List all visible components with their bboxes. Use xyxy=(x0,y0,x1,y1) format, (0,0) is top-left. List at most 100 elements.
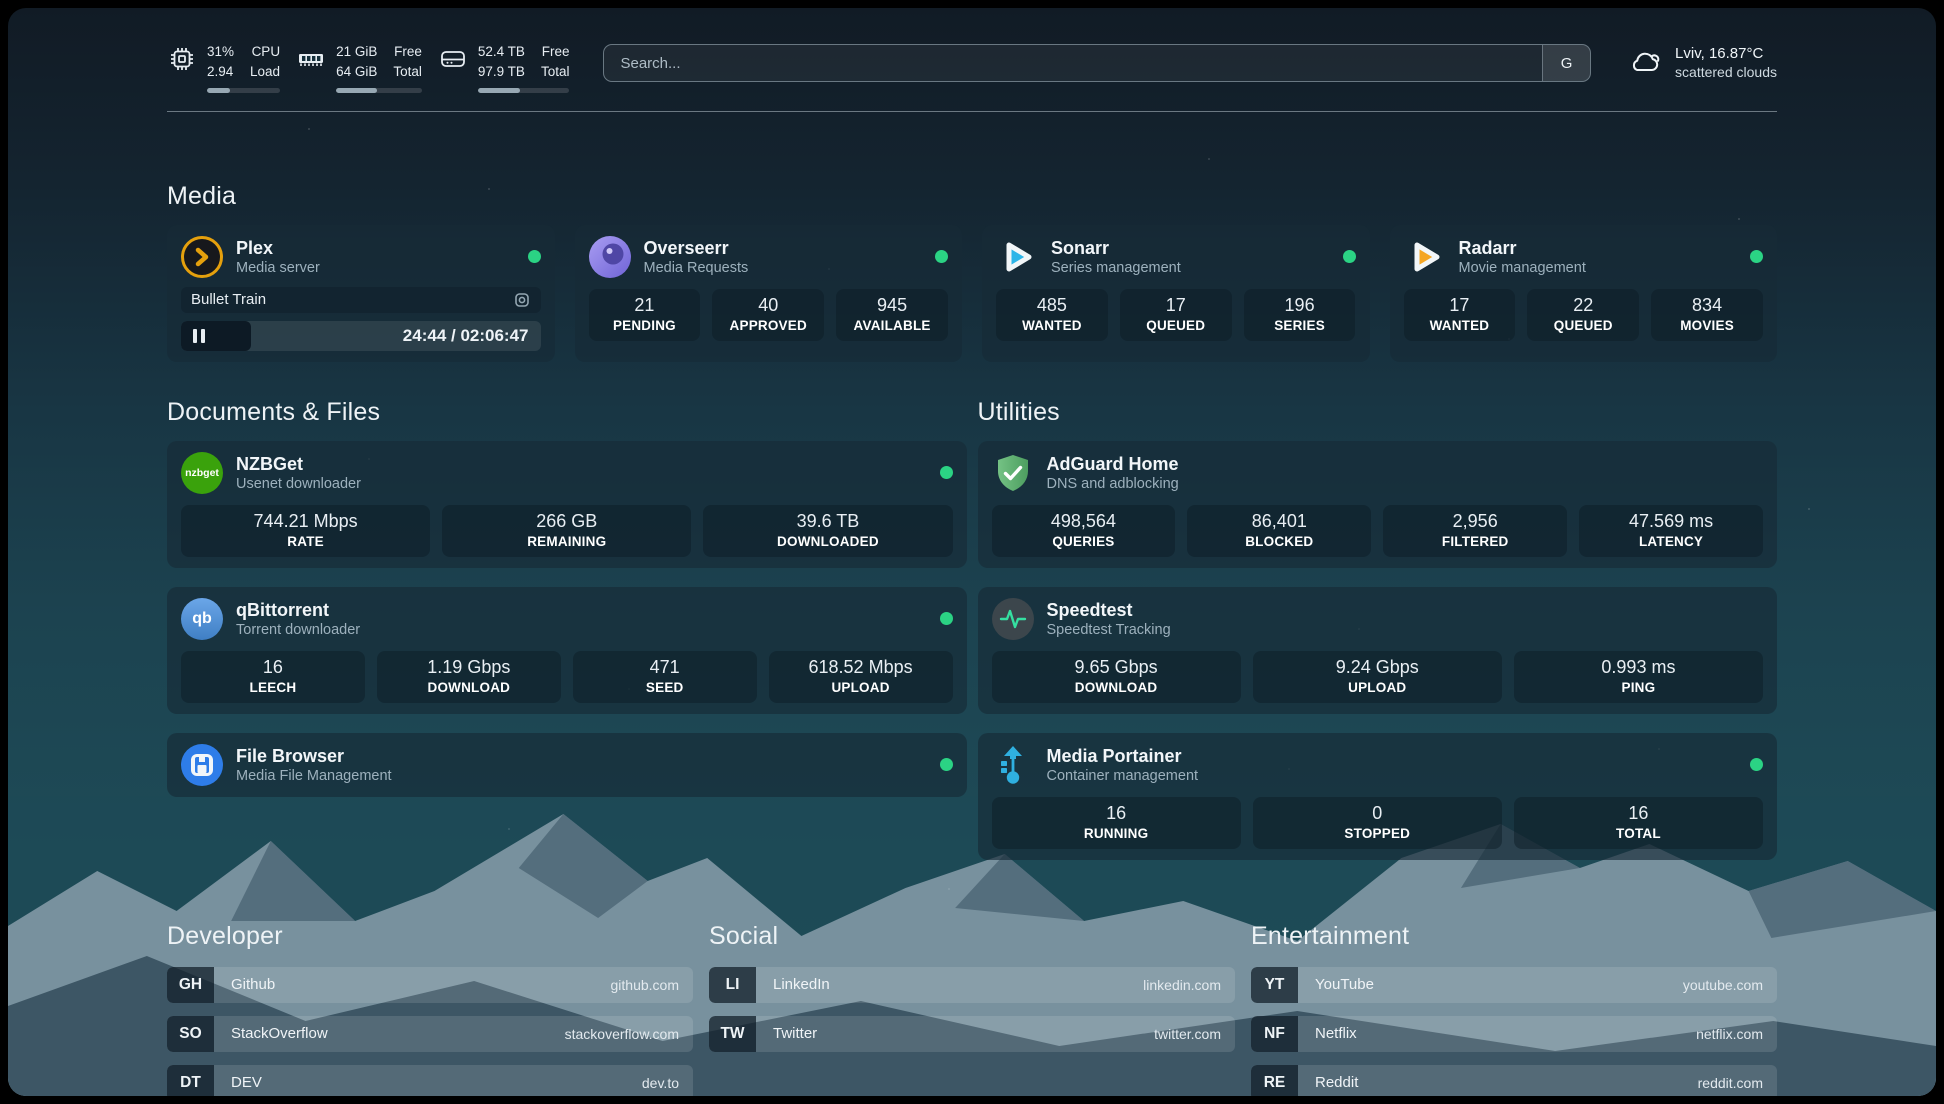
section-title-developer: Developer xyxy=(167,922,693,951)
stat-remaining: 266 GBREMAINING xyxy=(442,505,691,557)
qbittorrent-card[interactable]: qb qBittorrent Torrent downloader 16LEEC… xyxy=(167,587,967,714)
stat-download: 9.65 GbpsDOWNLOAD xyxy=(992,651,1241,703)
bookmark-stackoverflow[interactable]: SO StackOverflow stackoverflow.com xyxy=(167,1016,693,1052)
bookmark-name: StackOverflow xyxy=(231,1025,328,1042)
bookmark-youtube[interactable]: YT YouTube youtube.com xyxy=(1251,967,1777,1003)
memory-total: 64 GiB xyxy=(336,62,377,82)
sonarr-card[interactable]: Sonarr Series management 485WANTED 17QUE… xyxy=(982,225,1370,362)
filebrowser-card[interactable]: File Browser Media File Management xyxy=(167,733,967,797)
stat-upload: 9.24 GbpsUPLOAD xyxy=(1253,651,1502,703)
plex-desc: Media server xyxy=(236,260,320,276)
cpu-label-2: Load xyxy=(250,62,280,82)
bookmark-url: reddit.com xyxy=(1698,1075,1777,1091)
weather-condition: scattered clouds xyxy=(1675,64,1777,80)
search-input[interactable] xyxy=(604,45,1542,81)
bookmarks-entertainment: Entertainment YT YouTube youtube.com NF … xyxy=(1251,922,1777,1097)
portainer-icon xyxy=(992,744,1034,786)
overseerr-title: Overseerr xyxy=(644,237,749,260)
nzbget-desc: Usenet downloader xyxy=(236,476,361,492)
stat-approved: 40APPROVED xyxy=(712,289,824,341)
filebrowser-icon xyxy=(181,744,223,786)
section-title-media: Media xyxy=(167,182,1777,211)
stat-series: 196SERIES xyxy=(1244,289,1356,341)
bookmark-reddit[interactable]: RE Reddit reddit.com xyxy=(1251,1065,1777,1097)
sonarr-title: Sonarr xyxy=(1051,237,1181,260)
memory-label-2: Total xyxy=(393,62,422,82)
filebrowser-status-dot xyxy=(940,758,953,771)
plex-now-playing: Bullet Train xyxy=(181,287,541,313)
bookmark-name: DEV xyxy=(231,1074,262,1091)
stat-ping: 0.993 msPING xyxy=(1514,651,1763,703)
disk-total: 97.9 TB xyxy=(478,62,525,82)
pause-icon[interactable] xyxy=(193,329,205,343)
stat-wanted: 485WANTED xyxy=(996,289,1108,341)
search-engine-button[interactable]: G xyxy=(1542,45,1590,81)
bookmark-name: Twitter xyxy=(773,1025,817,1042)
bookmark-twitter[interactable]: TW Twitter twitter.com xyxy=(709,1016,1235,1052)
header-divider xyxy=(167,111,1777,112)
adguard-card[interactable]: AdGuard Home DNS and adblocking 498,564Q… xyxy=(978,441,1778,568)
bookmark-abbr: LI xyxy=(709,967,756,1003)
speedtest-desc: Speedtest Tracking xyxy=(1047,622,1171,638)
overseerr-card[interactable]: Overseerr Media Requests 21PENDING 40APP… xyxy=(575,225,963,362)
bookmark-name: LinkedIn xyxy=(773,976,830,993)
speedtest-card[interactable]: Speedtest Speedtest Tracking 9.65 GbpsDO… xyxy=(978,587,1778,714)
nzbget-card[interactable]: nzbget NZBGet Usenet downloader 744.21 M… xyxy=(167,441,967,568)
stat-blocked: 86,401BLOCKED xyxy=(1187,505,1371,557)
disk-progress-bar xyxy=(478,88,570,93)
plex-card[interactable]: Plex Media server Bullet Train 24:44 / 0… xyxy=(167,225,555,362)
stat-movies: 834MOVIES xyxy=(1651,289,1763,341)
plex-progress-bar[interactable]: 24:44 / 02:06:47 xyxy=(181,321,541,351)
portainer-status-dot xyxy=(1750,758,1763,771)
search-bar[interactable]: G xyxy=(603,44,1591,82)
dashboard: 31%2.94 CPULoad 21 xyxy=(8,8,1936,1096)
disk-stat-widget: 52.4 TB97.9 TB FreeTotal xyxy=(438,42,570,93)
weather-widget: Lviv, 16.87°C scattered clouds xyxy=(1627,44,1777,80)
disk-label-2: Total xyxy=(541,62,570,82)
stat-queued: 22QUEUED xyxy=(1527,289,1639,341)
nzbget-title: NZBGet xyxy=(236,453,361,476)
bookmark-url: dev.to xyxy=(642,1075,693,1091)
cloud-icon xyxy=(1627,44,1663,80)
speedtest-icon xyxy=(992,598,1034,640)
video-camera-icon xyxy=(513,291,531,309)
radarr-status-dot xyxy=(1750,250,1763,263)
bookmark-netflix[interactable]: NF Netflix netflix.com xyxy=(1251,1016,1777,1052)
bookmark-url: stackoverflow.com xyxy=(565,1026,693,1042)
filebrowser-title: File Browser xyxy=(236,745,392,768)
bookmark-name: Reddit xyxy=(1315,1074,1358,1091)
stat-leech: 16LEECH xyxy=(181,651,365,703)
cpu-progress-bar xyxy=(207,88,280,93)
portainer-desc: Container management xyxy=(1047,768,1199,784)
cpu-label-1: CPU xyxy=(250,42,280,62)
portainer-card[interactable]: Media Portainer Container management 16R… xyxy=(978,733,1778,860)
memory-free: 21 GiB xyxy=(336,42,377,62)
stat-upload: 618.52 MbpsUPLOAD xyxy=(769,651,953,703)
stat-wanted: 17WANTED xyxy=(1404,289,1516,341)
bookmark-abbr: GH xyxy=(167,967,214,1003)
bookmark-url: github.com xyxy=(611,977,693,993)
qbittorrent-title: qBittorrent xyxy=(236,599,360,622)
nzbget-icon: nzbget xyxy=(181,452,223,494)
stat-rate: 744.21 MbpsRATE xyxy=(181,505,430,557)
bookmark-abbr: NF xyxy=(1251,1016,1298,1052)
disk-label-1: Free xyxy=(541,42,570,62)
cpu-load-value: 2.94 xyxy=(207,62,234,82)
bookmark-url: linkedin.com xyxy=(1143,977,1235,993)
adguard-title: AdGuard Home xyxy=(1047,453,1179,476)
bookmark-url: netflix.com xyxy=(1696,1026,1777,1042)
top-bar: 31%2.94 CPULoad 21 xyxy=(167,8,1777,93)
qbittorrent-desc: Torrent downloader xyxy=(236,622,360,638)
filebrowser-desc: Media File Management xyxy=(236,768,392,784)
bookmark-dev[interactable]: DT DEV dev.to xyxy=(167,1065,693,1097)
plex-title: Plex xyxy=(236,237,320,260)
bookmark-linkedin[interactable]: LI LinkedIn linkedin.com xyxy=(709,967,1235,1003)
stat-queued: 17QUEUED xyxy=(1120,289,1232,341)
section-title-entertainment: Entertainment xyxy=(1251,922,1777,951)
speedtest-title: Speedtest xyxy=(1047,599,1171,622)
stat-available: 945AVAILABLE xyxy=(836,289,948,341)
bookmark-abbr: YT xyxy=(1251,967,1298,1003)
radarr-card[interactable]: Radarr Movie management 17WANTED 22QUEUE… xyxy=(1390,225,1778,362)
bookmarks-developer: Developer GH Github github.com SO StackO… xyxy=(167,922,693,1097)
bookmark-github[interactable]: GH Github github.com xyxy=(167,967,693,1003)
